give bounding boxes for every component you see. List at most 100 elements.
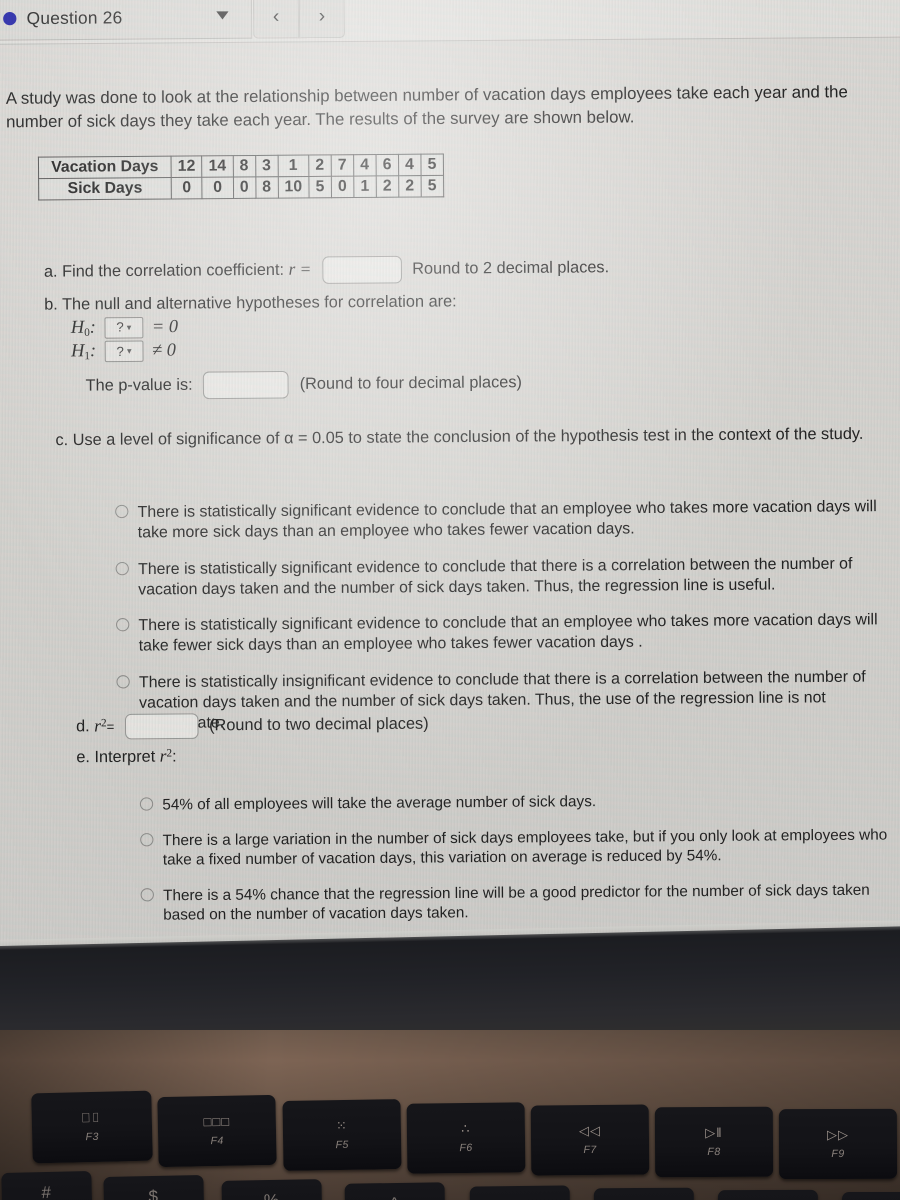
cell: 8 xyxy=(232,155,256,178)
cell: 0 xyxy=(202,177,234,199)
key-f9[interactable]: ▷▷ F9 xyxy=(778,1108,898,1180)
option-c-3[interactable]: There is statistically significant evide… xyxy=(116,610,892,657)
radio-button-icon[interactable] xyxy=(140,832,154,846)
option-label: There is statistically significant evide… xyxy=(138,611,878,655)
cell: 1 xyxy=(353,175,377,198)
question-tab[interactable]: Question 26 xyxy=(0,0,253,41)
table-row: Sick Days 0 0 0 8 10 5 0 1 2 2 5 xyxy=(38,175,444,200)
cell: 0 xyxy=(232,176,256,199)
key-f3[interactable]: ⎕▯ F3 xyxy=(31,1090,153,1164)
key-f6[interactable]: ∴ F6 xyxy=(406,1102,526,1174)
key-f5[interactable]: ⁙ F5 xyxy=(282,1099,402,1171)
key-7[interactable]: & xyxy=(469,1185,571,1200)
chevron-down-icon[interactable] xyxy=(216,11,229,20)
question-status-dot xyxy=(3,11,17,26)
key-4[interactable]: $ xyxy=(103,1174,205,1200)
key-0[interactable] xyxy=(842,1192,900,1200)
key-6[interactable]: ^ xyxy=(344,1182,446,1200)
key-label: F5 xyxy=(335,1138,349,1152)
part-e-text: e. Interpret xyxy=(76,748,156,767)
radio-button-icon[interactable] xyxy=(139,797,154,811)
key-label: F3 xyxy=(85,1130,99,1144)
h0-parameter-select[interactable]: ? ▾ xyxy=(104,316,144,339)
part-a-note: Round to 2 decimal places. xyxy=(412,258,610,278)
previous-question-button[interactable]: ‹ xyxy=(252,0,300,39)
cell: 2 xyxy=(308,154,332,177)
play-pause-icon: ▷‖ xyxy=(705,1124,723,1141)
keyboard-brightness-up-icon: ∴ xyxy=(461,1120,471,1137)
laptop-keyboard-deck: ⎕▯ F3 □□□ F4 ⁙ F5 ∴ F6 ◁◁ F7 ▷‖ F8 ▷▷ F9… xyxy=(0,1030,900,1200)
next-question-button[interactable]: › xyxy=(298,0,346,39)
part-d-note: (Round to two decimal places) xyxy=(209,715,429,735)
key-label: F9 xyxy=(831,1147,845,1161)
r-squared-input[interactable] xyxy=(124,713,199,740)
keyboard-keys: ⎕▯ F3 □□□ F4 ⁙ F5 ∴ F6 ◁◁ F7 ▷‖ F8 ▷▷ F9… xyxy=(0,1030,900,1200)
h1-relation: ≠ 0 xyxy=(151,339,176,360)
option-e-1[interactable]: 54% of all employees will take the avera… xyxy=(139,789,900,815)
survey-data-table: Vacation Days 12 14 8 3 1 2 7 4 6 4 5 Si… xyxy=(37,153,444,201)
cell: 4 xyxy=(353,154,376,177)
question-content: A study was done to look at the relation… xyxy=(0,38,900,967)
key-f7[interactable]: ◁◁ F7 xyxy=(530,1104,650,1176)
cell: 0 xyxy=(331,176,354,198)
part-b: b. The null and alternative hypotheses f… xyxy=(44,288,881,401)
part-c-options: There is statistically significant evide… xyxy=(115,481,892,734)
p-value-input[interactable] xyxy=(203,371,290,400)
radio-button-icon[interactable] xyxy=(116,674,130,689)
fast-forward-icon: ▷▷ xyxy=(826,1126,849,1143)
cell: 6 xyxy=(375,154,399,176)
key-label: F6 xyxy=(459,1141,473,1155)
percent-glyph: % xyxy=(264,1191,280,1200)
option-label: There is statistically significant evide… xyxy=(137,554,853,599)
row-header: Sick Days xyxy=(38,177,172,200)
part-c-label: c. Use a level of significance of α = 0.… xyxy=(55,425,864,450)
part-a-label: a. Find the correlation coefficient: xyxy=(43,261,285,281)
cell: 5 xyxy=(420,153,444,176)
key-5[interactable]: % xyxy=(221,1179,323,1200)
cell: 4 xyxy=(398,154,421,176)
p-value-note: (Round to four decimal places) xyxy=(299,374,522,394)
p-value-row: The p-value is: (Round to four decimal p… xyxy=(86,367,882,401)
part-d-label: d. xyxy=(75,718,90,736)
option-c-2[interactable]: There is statistically significant evide… xyxy=(115,553,892,600)
cell: 12 xyxy=(171,155,203,178)
cell: 8 xyxy=(255,176,278,199)
key-f8[interactable]: ▷‖ F8 xyxy=(654,1106,774,1178)
mission-control-icon: ⎕▯ xyxy=(81,1109,102,1126)
r-squared-symbol: r2 xyxy=(94,715,107,736)
h1-parameter-select[interactable]: ? ▾ xyxy=(104,340,144,363)
key-f4[interactable]: □□□ F4 xyxy=(157,1094,277,1168)
option-e-2[interactable]: There is a large variation in the number… xyxy=(140,825,900,871)
key-3[interactable]: # xyxy=(1,1170,93,1200)
h1-symbol: H1 xyxy=(70,339,91,363)
key-8[interactable]: * xyxy=(593,1187,695,1200)
h0-symbol: H0 xyxy=(70,316,90,339)
launchpad-icon: □□□ xyxy=(203,1113,231,1130)
radio-button-icon[interactable] xyxy=(116,618,130,632)
radio-button-icon[interactable] xyxy=(140,887,154,901)
correlation-coefficient-input[interactable] xyxy=(321,255,402,284)
cell: 1 xyxy=(277,155,309,177)
h0-relation: = 0 xyxy=(151,315,179,336)
part-e-label: e. Interpret r2: xyxy=(76,740,790,769)
caret-glyph: ^ xyxy=(390,1194,399,1200)
part-d: d. r2= (Round to two decimal places) xyxy=(76,709,790,740)
chevron-down-icon: ▾ xyxy=(126,322,132,333)
key-9[interactable]: ( xyxy=(717,1189,819,1200)
key-label: F7 xyxy=(583,1143,597,1157)
radio-button-icon[interactable] xyxy=(115,504,129,519)
part-d-equals: = xyxy=(106,718,115,735)
option-c-1[interactable]: There is statistically significant evide… xyxy=(115,497,891,544)
cell: 5 xyxy=(420,175,444,197)
option-label: There is statistically significant evide… xyxy=(137,497,877,542)
option-e-3[interactable]: There is a 54% chance that the regressio… xyxy=(140,880,900,926)
keyboard-brightness-down-icon: ⁙ xyxy=(335,1117,348,1134)
photograph-of-laptop-screen: Question 26 ‹ › A study was done to look… xyxy=(0,0,900,1200)
row-header: Vacation Days xyxy=(38,156,172,179)
part-a-symbol: r = xyxy=(288,259,312,279)
chevron-down-icon: ▾ xyxy=(126,345,132,357)
radio-button-icon[interactable] xyxy=(115,561,129,575)
question-prompt: A study was done to look at the relation… xyxy=(5,82,848,132)
laptop-screen: Question 26 ‹ › A study was done to look… xyxy=(0,0,900,967)
cell: 10 xyxy=(277,176,309,199)
